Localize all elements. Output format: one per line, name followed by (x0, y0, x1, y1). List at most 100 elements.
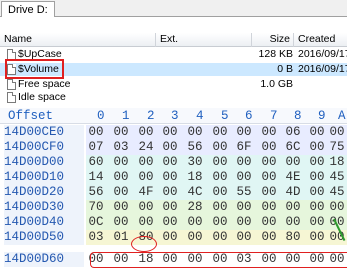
hex-byte[interactable]: 00 (111, 200, 131, 215)
hex-byte[interactable]: 00 (210, 185, 230, 200)
hex-byte[interactable]: 00 (160, 140, 180, 155)
hex-byte[interactable]: 00 (259, 200, 279, 215)
hex-byte[interactable]: 06 (283, 125, 303, 140)
hex-byte[interactable]: 00 (210, 140, 230, 155)
hex-byte[interactable]: 56 (86, 185, 106, 200)
hex-byte[interactable]: 00 (259, 230, 279, 245)
hex-byte[interactable]: 00 (210, 215, 230, 230)
hex-byte[interactable]: 00 (307, 125, 327, 140)
hex-row[interactable]: 14D00D400C00000000000000000000 (0, 215, 347, 230)
hex-byte[interactable]: 01 (111, 230, 131, 245)
hex-byte[interactable]: 00 (210, 200, 230, 215)
hex-byte[interactable]: 00 (234, 215, 254, 230)
hex-byte[interactable]: 00 (327, 200, 347, 215)
hex-byte[interactable]: 00 (136, 200, 156, 215)
hex-byte[interactable]: 6C (283, 140, 303, 155)
hex-byte[interactable]: 00 (307, 140, 327, 155)
hex-byte[interactable]: 00 (307, 230, 327, 245)
hex-byte[interactable]: 4F (136, 185, 156, 200)
hex-byte[interactable]: 6F (234, 140, 254, 155)
hex-byte[interactable]: 55 (234, 185, 254, 200)
hex-byte[interactable]: 00 (307, 170, 327, 185)
hex-byte[interactable]: 14 (86, 170, 106, 185)
hex-byte[interactable]: 00 (111, 170, 131, 185)
hex-byte[interactable]: 00 (86, 125, 106, 140)
hex-byte[interactable]: 00 (234, 125, 254, 140)
hex-byte[interactable]: 00 (185, 215, 205, 230)
hex-byte[interactable]: 00 (259, 140, 279, 155)
hex-byte[interactable]: 00 (160, 125, 180, 140)
hex-byte[interactable]: 00 (160, 215, 180, 230)
hex-byte[interactable]: 00 (259, 215, 279, 230)
hex-byte[interactable]: 00 (259, 125, 279, 140)
hex-byte[interactable]: 24 (136, 140, 156, 155)
hex-byte[interactable]: 30 (185, 155, 205, 170)
hex-byte[interactable]: 00 (111, 185, 131, 200)
file-row-free-space[interactable]: Free space 1.0 GB (0, 78, 347, 91)
hex-row[interactable]: 14D00CF0 07 03 24 00 56 00 6F 00 6C 00 75 (0, 140, 347, 155)
hex-byte[interactable]: 00 (111, 125, 131, 140)
hex-byte[interactable]: 00 (234, 155, 254, 170)
tab-drive-d[interactable]: Drive D: (1, 1, 55, 17)
hex-byte[interactable]: 00 (160, 170, 180, 185)
column-header-ext[interactable]: Ext. (156, 33, 252, 47)
column-header-size[interactable]: Size (252, 33, 294, 47)
hex-row[interactable]: 14D00D30 70 00 00 00 28 00 00 00 00 00 00 (0, 200, 347, 215)
hex-byte[interactable]: 0C (86, 215, 106, 230)
column-header-created[interactable]: Created (294, 33, 347, 47)
hex-byte[interactable]: 00 (307, 200, 327, 215)
hex-byte[interactable]: 03 (111, 140, 131, 155)
hex-byte[interactable]: 00 (111, 155, 131, 170)
hex-byte[interactable]: 60 (86, 155, 106, 170)
hex-byte[interactable]: 00 (111, 215, 131, 230)
hex-byte[interactable]: 00 (160, 185, 180, 200)
hex-row[interactable]: 14D00D10 14 00 00 00 18 00 00 00 4E 00 45 (0, 170, 347, 185)
hex-byte[interactable]: 4D (283, 185, 303, 200)
hex-byte[interactable]: 00 (307, 155, 327, 170)
hex-byte[interactable]: 00 (210, 125, 230, 140)
hex-row[interactable]: 14D00D00 60 00 00 00 30 00 00 00 00 00 18 (0, 155, 347, 170)
hex-byte[interactable]: 45 (327, 170, 347, 185)
hex-row[interactable]: 14D00D50 03 01 80 00 00 00 00 00 80 00 00 (0, 230, 347, 245)
hex-byte[interactable]: 18 (327, 155, 347, 170)
hex-byte[interactable]: 00 (210, 155, 230, 170)
hex-byte[interactable]: 28 (185, 200, 205, 215)
hex-byte[interactable]: 4C (185, 185, 205, 200)
file-row-idle-space[interactable]: Idle space (0, 91, 347, 104)
hex-byte[interactable]: 03 (86, 230, 106, 245)
hex-byte[interactable]: 00 (259, 185, 279, 200)
hex-byte[interactable]: 00 (185, 230, 205, 245)
hex-byte[interactable]: 75 (327, 140, 347, 155)
hex-byte[interactable]: 00 (234, 230, 254, 245)
hex-row[interactable]: 14D00CE0 00 00 00 00 00 00 00 00 06 00 00 (0, 125, 347, 140)
hex-row[interactable]: 14D00D20 56 00 4F 00 4C 00 55 00 4D 00 45 (0, 185, 347, 200)
hex-byte[interactable]: 00 (283, 200, 303, 215)
hex-byte[interactable]: 4E (283, 170, 303, 185)
hex-byte[interactable]: 00 (136, 125, 156, 140)
hex-byte[interactable]: 00 (327, 125, 347, 140)
hex-byte[interactable]: 00 (136, 215, 156, 230)
hex-byte[interactable]: 00 (136, 170, 156, 185)
hex-byte[interactable]: 70 (86, 200, 106, 215)
hex-byte[interactable]: 07 (86, 140, 106, 155)
hex-byte[interactable]: 80 (283, 230, 303, 245)
column-header-name[interactable]: Name (0, 33, 156, 47)
hex-byte[interactable]: 45 (327, 185, 347, 200)
hex-byte[interactable]: 00 (234, 200, 254, 215)
hex-byte[interactable]: 00 (259, 170, 279, 185)
hex-byte[interactable]: 00 (283, 215, 303, 230)
hex-byte[interactable]: 00 (234, 170, 254, 185)
hex-byte[interactable]: 00 (283, 155, 303, 170)
hex-byte[interactable]: 00 (136, 155, 156, 170)
hex-byte[interactable]: 00 (259, 155, 279, 170)
hex-byte[interactable]: 56 (185, 140, 205, 155)
hex-byte[interactable]: 00 (160, 230, 180, 245)
hex-byte[interactable]: 00 (307, 185, 327, 200)
hex-byte[interactable]: 00 (210, 230, 230, 245)
hex-byte[interactable]: 00 (185, 125, 205, 140)
hex-byte[interactable]: 00 (210, 170, 230, 185)
hex-byte[interactable]: 00 (307, 215, 327, 230)
hex-byte[interactable]: 00 (160, 155, 180, 170)
hex-byte[interactable]: 00 (160, 200, 180, 215)
hex-byte[interactable]: 18 (185, 170, 205, 185)
